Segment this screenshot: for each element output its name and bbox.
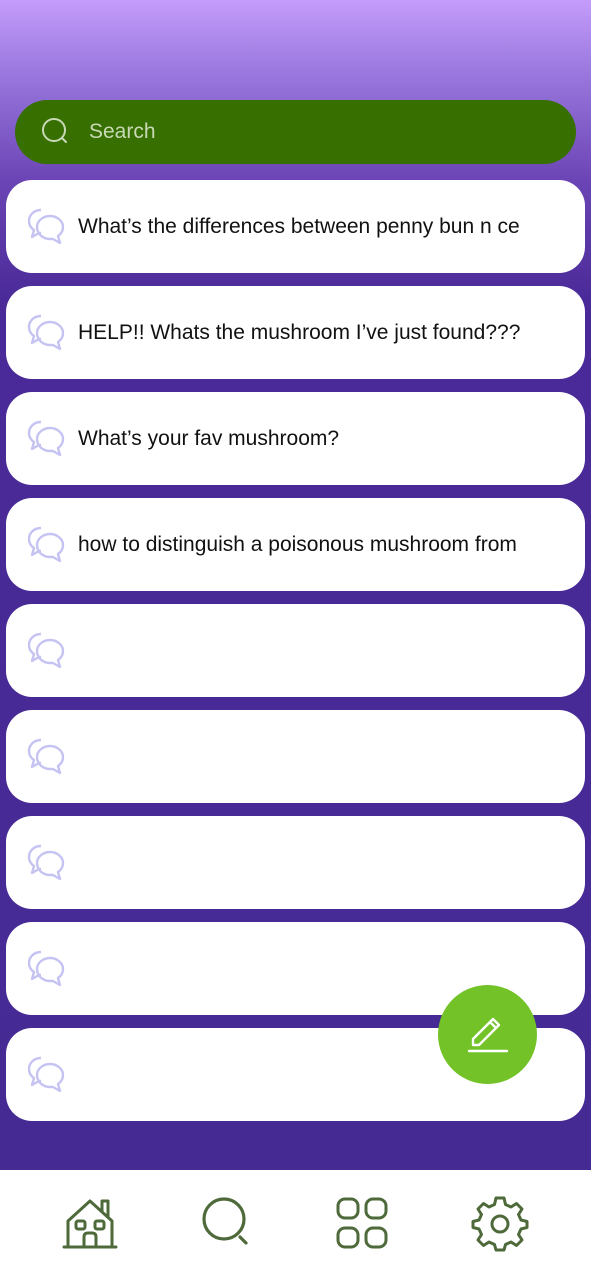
- thread-card[interactable]: What’s the differences between penny bun…: [6, 180, 585, 273]
- new-post-button[interactable]: [438, 985, 537, 1084]
- thread-title: how to distinguish a poisonous mushroom …: [78, 532, 517, 556]
- chat-bubbles-icon: [26, 313, 66, 353]
- grid-icon: [335, 1196, 389, 1255]
- search-icon: [200, 1195, 256, 1256]
- chat-bubbles-icon: [26, 737, 66, 777]
- chat-bubbles-icon: [26, 419, 66, 459]
- thread-card[interactable]: [6, 816, 585, 909]
- pencil-icon: [465, 1009, 511, 1060]
- nav-settings-button[interactable]: [468, 1195, 532, 1255]
- chat-bubbles-icon: [26, 631, 66, 671]
- nav-search-button[interactable]: [196, 1195, 260, 1255]
- nav-apps-button[interactable]: [330, 1195, 394, 1255]
- chat-bubbles-icon: [26, 207, 66, 247]
- thread-title: What’s your fav mushroom?: [78, 426, 340, 450]
- bottom-navigation: [0, 1170, 591, 1280]
- thread-card[interactable]: [6, 710, 585, 803]
- search-input[interactable]: [87, 119, 531, 145]
- chat-bubbles-icon: [26, 843, 66, 883]
- search-icon: [41, 117, 71, 147]
- home-icon: [60, 1195, 120, 1256]
- gear-icon: [471, 1194, 529, 1257]
- chat-bubbles-icon: [26, 1055, 66, 1095]
- forum-screen: What’s the differences between penny bun…: [0, 0, 591, 1280]
- thread-card[interactable]: HELP!! Whats the mushroom I’ve just foun…: [6, 286, 585, 379]
- thread-card[interactable]: What’s your fav mushroom?: [6, 392, 585, 485]
- thread-card[interactable]: how to distinguish a poisonous mushroom …: [6, 498, 585, 591]
- thread-card[interactable]: [6, 604, 585, 697]
- search-bar[interactable]: [15, 100, 576, 164]
- chat-bubbles-icon: [26, 525, 66, 565]
- chat-bubbles-icon: [26, 949, 66, 989]
- thread-title: HELP!! Whats the mushroom I’ve just foun…: [78, 320, 521, 344]
- thread-title: What’s the differences between penny bun…: [78, 214, 520, 238]
- nav-home-button[interactable]: [58, 1195, 122, 1255]
